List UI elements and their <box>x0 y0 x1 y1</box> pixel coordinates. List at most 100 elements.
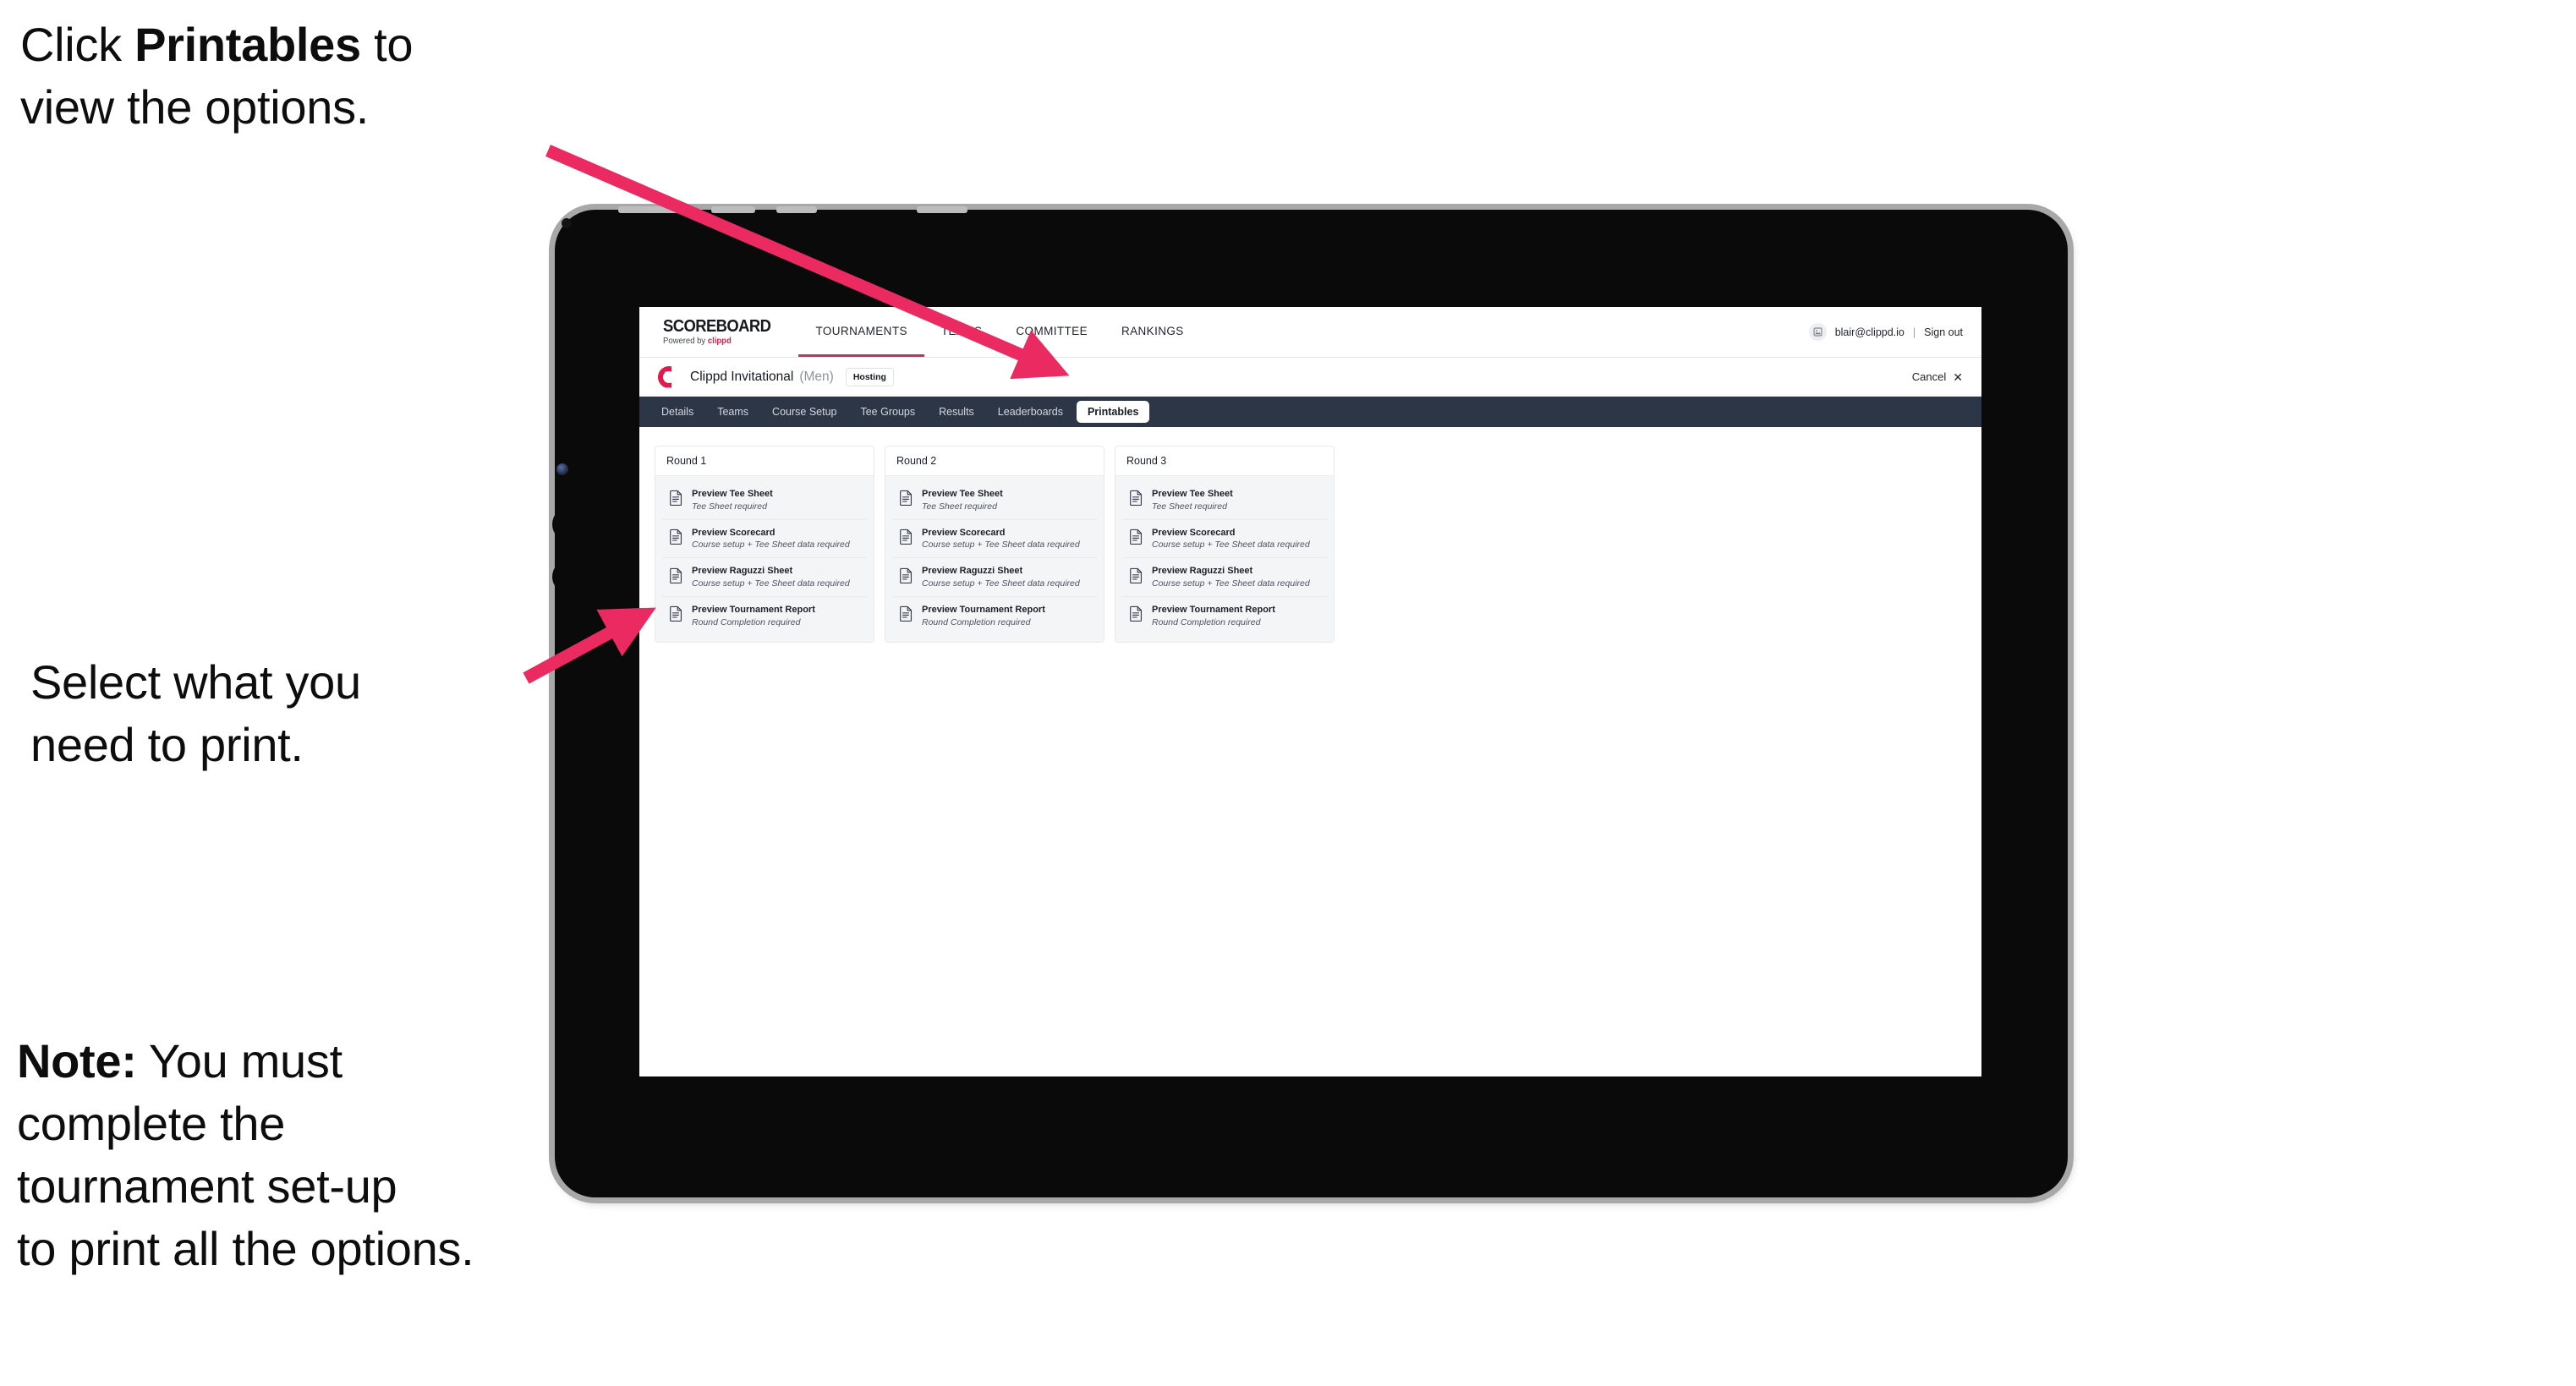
printable-item-title: Preview Raguzzi Sheet <box>1152 566 1253 577</box>
tablet-top-slot <box>711 206 755 213</box>
printable-item-title: Preview Tournament Report <box>1152 605 1275 616</box>
round-items-list: Preview Tee Sheet Tee Sheet required Previ… <box>885 476 1104 642</box>
printable-item-requirement: Course setup + Tee Sheet data required <box>1152 578 1310 589</box>
printable-item-row[interactable]: Preview Raguzzi Sheet Course setup + Tee … <box>892 558 1097 598</box>
document-icon <box>669 567 683 588</box>
printable-item-requirement: Course setup + Tee Sheet data required <box>922 578 1080 589</box>
document-icon <box>669 605 683 626</box>
printable-item-requirement: Tee Sheet required <box>692 501 767 512</box>
printable-item-title: Preview Tee Sheet <box>922 489 1003 499</box>
tournament-header-bar: Clippd Invitational (Men) Hosting Cancel… <box>639 358 1981 397</box>
printable-item-title: Preview Tee Sheet <box>692 489 773 499</box>
nav-tournaments[interactable]: TOURNAMENTS <box>798 307 924 357</box>
tablet-top-slot <box>917 206 967 213</box>
printable-item-row[interactable]: Preview Raguzzi Sheet Course setup + Tee … <box>662 558 867 598</box>
printable-item-row[interactable]: Preview Tournament Report Round Completio… <box>662 597 867 635</box>
round-title: Round 2 <box>885 446 1104 476</box>
tablet-power-button[interactable] <box>552 560 584 594</box>
brand-title: SCOREBOARD <box>663 317 771 336</box>
printable-item-requirement: Round Completion required <box>1152 616 1261 627</box>
annotation-select-print: Select what you need to print. <box>30 655 361 771</box>
printable-item-row[interactable]: Preview Tee Sheet Tee Sheet required <box>662 481 867 520</box>
tab-teams[interactable]: Teams <box>707 403 759 422</box>
printable-item-row[interactable]: Preview Scorecard Course setup + Tee Shee… <box>1122 519 1327 559</box>
printable-item-requirement: Tee Sheet required <box>922 501 997 512</box>
scoreboard-logo[interactable]: SCOREBOARD Powered by clippd <box>639 307 798 357</box>
tab-tee-groups[interactable]: Tee Groups <box>850 403 925 422</box>
printable-item-row[interactable]: Preview Scorecard Course setup + Tee Shee… <box>662 519 867 559</box>
nav-teams[interactable]: TEAMS <box>924 307 1000 357</box>
document-icon <box>1129 567 1143 588</box>
cancel-label: Cancel <box>1911 370 1947 383</box>
hosting-badge: Hosting <box>845 367 894 386</box>
printable-item-title: Preview Raguzzi Sheet <box>922 566 1023 577</box>
tab-course-setup[interactable]: Course Setup <box>762 403 847 422</box>
top-navigation-bar: SCOREBOARD Powered by clippd TOURNAMENTS… <box>639 307 1981 358</box>
cancel-button[interactable]: Cancel ✕ <box>1912 370 1963 383</box>
document-icon <box>669 529 683 549</box>
tablet-device-frame: SCOREBOARD Powered by clippd TOURNAMENTS… <box>552 206 2068 1197</box>
printable-item-requirement: Course setup + Tee Sheet data required <box>692 540 850 551</box>
printable-item-requirement: Tee Sheet required <box>1152 501 1227 512</box>
browser-viewport: SCOREBOARD Powered by clippd TOURNAMENTS… <box>639 307 1981 1076</box>
tablet-volume-button[interactable] <box>552 507 584 541</box>
brand-sub-prefix: Powered by <box>663 337 708 346</box>
printable-item-title: Preview Scorecard <box>692 527 776 538</box>
printable-item-title: Preview Raguzzi Sheet <box>692 566 793 577</box>
printable-item-row[interactable]: Preview Scorecard Course setup + Tee Shee… <box>892 519 1097 559</box>
separator: | <box>1912 326 1916 338</box>
printables-page-body: Round 1 Preview Tee Sheet Tee Sheet requir… <box>639 427 1981 643</box>
document-icon <box>669 490 683 510</box>
tablet-top-slot <box>776 206 817 213</box>
round-column: Round 3 Preview Tee Sheet Tee Sheet requir… <box>1115 446 1335 643</box>
printable-item-requirement: Round Completion required <box>692 616 801 627</box>
printable-item-requirement: Course setup + Tee Sheet data required <box>692 578 850 589</box>
close-x-icon: ✕ <box>1953 370 1963 384</box>
user-email-label: blair@clippd.io <box>1834 326 1905 338</box>
printable-item-row[interactable]: Preview Raguzzi Sheet Course setup + Tee … <box>1122 558 1327 598</box>
tablet-top-slot <box>618 206 684 213</box>
printable-item-requirement: Course setup + Tee Sheet data required <box>922 540 1080 551</box>
round-title: Round 1 <box>655 446 874 476</box>
nav-committee[interactable]: COMMITTEE <box>999 307 1104 357</box>
printable-item-title: Preview Tournament Report <box>692 605 815 616</box>
document-icon <box>1129 605 1143 626</box>
brand-sub-accent: clippd <box>707 337 732 346</box>
printable-item-requirement: Round Completion required <box>922 616 1031 627</box>
printable-item-row[interactable]: Preview Tee Sheet Tee Sheet required <box>892 481 1097 520</box>
printable-item-title: Preview Scorecard <box>922 527 1006 538</box>
tab-results[interactable]: Results <box>929 403 984 422</box>
tab-printables[interactable]: Printables <box>1076 400 1150 424</box>
printable-item-requirement: Course setup + Tee Sheet data required <box>1152 540 1310 551</box>
document-icon <box>899 529 913 549</box>
tablet-side-sensor-icon <box>556 463 568 475</box>
nav-rankings[interactable]: RANKINGS <box>1104 307 1201 357</box>
round-column: Round 2 Preview Tee Sheet Tee Sheet requir… <box>885 446 1104 643</box>
printable-item-row[interactable]: Preview Tee Sheet Tee Sheet required <box>1122 481 1327 520</box>
printable-item-row[interactable]: Preview Tournament Report Round Completio… <box>1122 597 1327 635</box>
printable-item-title: Preview Scorecard <box>1152 527 1236 538</box>
tournament-gender: (Men) <box>799 369 834 384</box>
tablet-front-camera-icon <box>562 218 572 228</box>
top-navigation-user-area: blair@clippd.io | Sign out <box>1808 307 1981 357</box>
brand-subtitle: Powered by clippd <box>663 337 775 346</box>
round-items-list: Preview Tee Sheet Tee Sheet required Previ… <box>1115 476 1334 642</box>
round-column: Round 1 Preview Tee Sheet Tee Sheet requir… <box>655 446 874 643</box>
sign-out-link[interactable]: Sign out <box>1924 326 1963 338</box>
printable-item-title: Preview Tournament Report <box>922 605 1045 616</box>
screenshot-stage: Click Printables to view the options. Se… <box>0 0 2576 1386</box>
document-icon <box>899 490 913 510</box>
tab-leaderboards[interactable]: Leaderboards <box>988 403 1073 422</box>
document-icon <box>899 567 913 588</box>
tournament-name: Clippd Invitational <box>690 369 794 384</box>
user-avatar-icon[interactable] <box>1808 323 1827 341</box>
printable-item-row[interactable]: Preview Tournament Report Round Completio… <box>892 597 1097 635</box>
document-icon <box>1129 529 1143 549</box>
section-tab-bar: Details Teams Course Setup Tee Groups Re… <box>639 397 1981 427</box>
annotation-click-printables: Click Printables to view the options. <box>20 18 414 134</box>
rounds-container: Round 1 Preview Tee Sheet Tee Sheet requir… <box>655 446 1966 643</box>
round-title: Round 3 <box>1115 446 1334 476</box>
printable-item-title: Preview Tee Sheet <box>1152 489 1233 499</box>
round-items-list: Preview Tee Sheet Tee Sheet required Previ… <box>655 476 874 642</box>
tab-details[interactable]: Details <box>651 403 704 422</box>
